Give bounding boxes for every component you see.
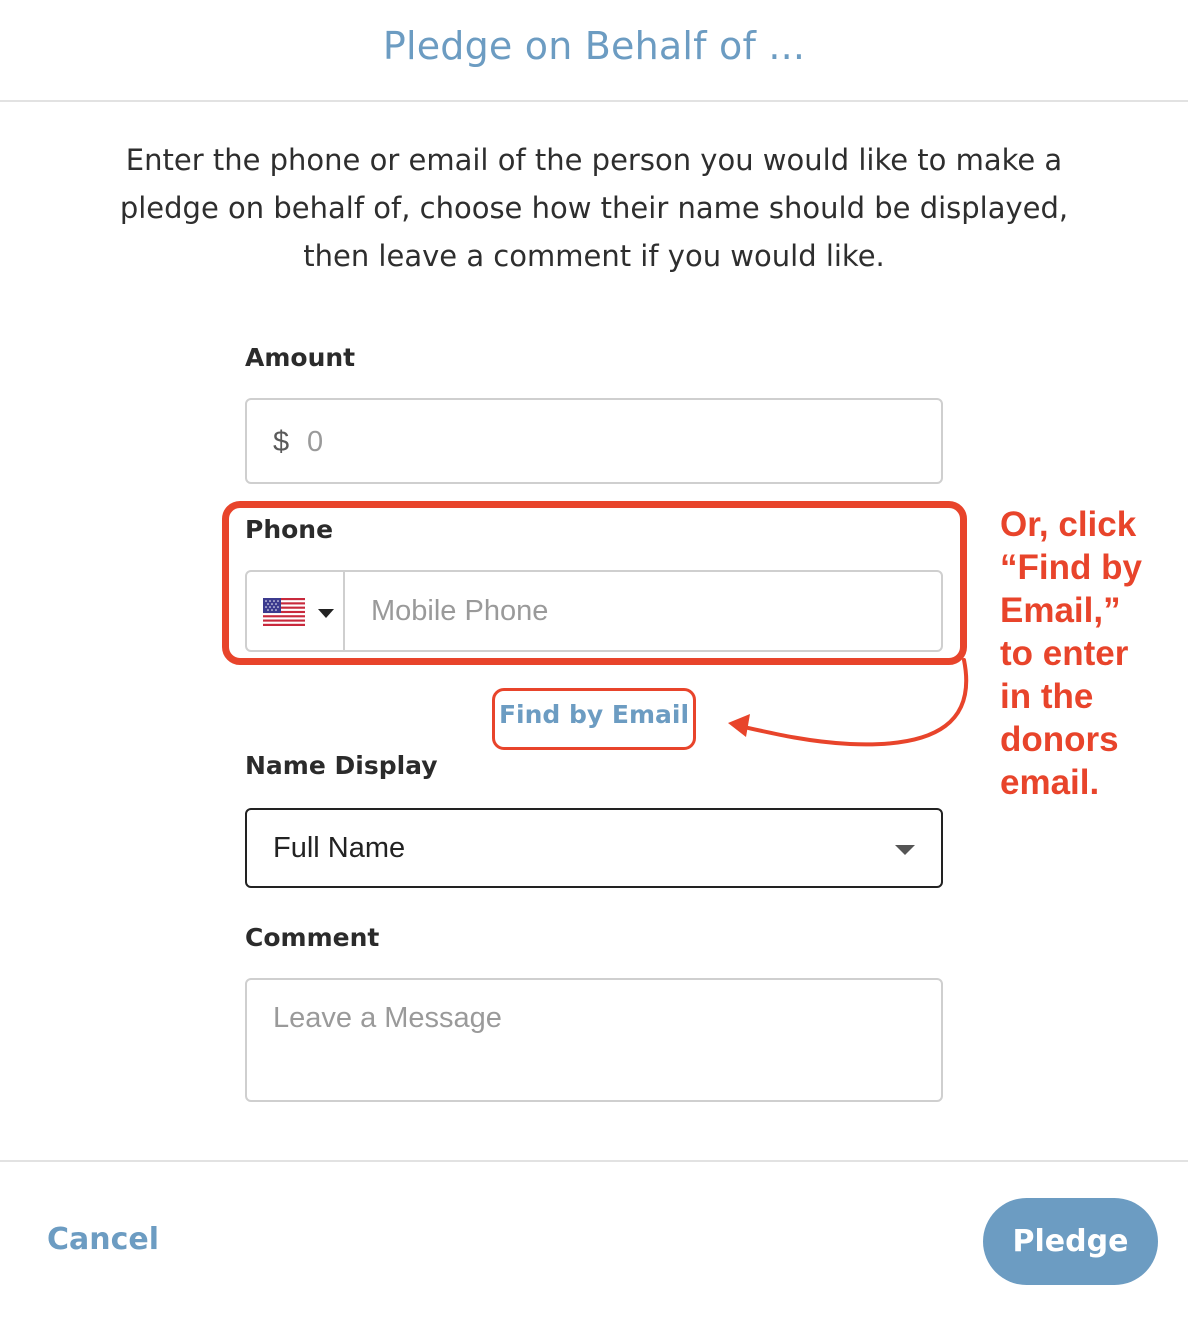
amount-input[interactable]: $ 0: [245, 398, 943, 484]
footer-divider: [0, 1160, 1188, 1162]
comment-placeholder: Leave a Message: [273, 1002, 502, 1034]
intro-line-1: Enter the phone or email of the person y…: [125, 143, 1063, 177]
intro-line-2: pledge on behalf of, choose how their na…: [119, 191, 1069, 225]
phone-highlight-annotation: [222, 501, 967, 665]
amount-value: 0: [307, 426, 324, 458]
annotation-line-1: Or, click: [1000, 505, 1137, 544]
name-display-value: Full Name: [273, 832, 406, 864]
annotation-line-6: donors: [1000, 720, 1119, 759]
chevron-down-icon: [895, 845, 915, 855]
intro-text: Enter the phone or email of the person y…: [60, 136, 1128, 280]
annotation-line-3: Email,”: [1000, 591, 1121, 630]
modal-header: Pledge on Behalf of ...: [0, 0, 1188, 102]
name-display-label: Name Display: [245, 751, 438, 780]
cancel-button[interactable]: Cancel: [47, 1222, 159, 1257]
amount-label: Amount: [245, 343, 356, 372]
annotation-arrow: [728, 658, 969, 747]
annotation-text: Or, click “Find by Email,” to enter in t…: [1000, 503, 1180, 804]
pledge-button[interactable]: Pledge: [983, 1198, 1158, 1285]
comment-textarea[interactable]: Leave a Message: [245, 978, 943, 1102]
intro-line-3: then leave a comment if you would like.: [303, 239, 885, 273]
annotation-line-7: email.: [1000, 763, 1100, 802]
comment-label: Comment: [245, 923, 380, 952]
name-display-select[interactable]: Full Name: [245, 808, 943, 888]
find-by-email-link[interactable]: Find by Email: [492, 700, 696, 729]
annotation-line-2: “Find by: [1000, 548, 1142, 587]
annotation-line-5: in the: [1000, 677, 1094, 716]
currency-prefix: $: [273, 426, 290, 458]
annotation-line-4: to enter: [1000, 634, 1129, 673]
modal-title: Pledge on Behalf of ...: [382, 24, 806, 68]
